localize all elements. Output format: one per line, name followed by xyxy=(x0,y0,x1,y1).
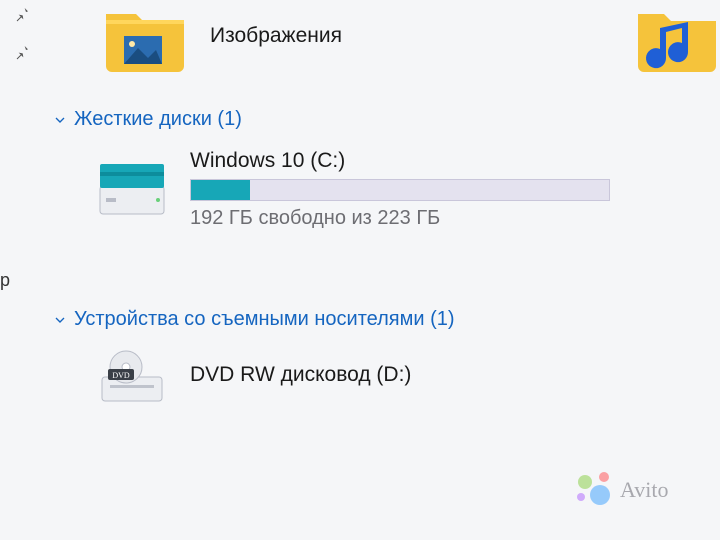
drive-body: DVD RW дисковод (D:) xyxy=(190,363,610,393)
svg-text:Avito: Avito xyxy=(620,477,668,502)
drive-name: Windows 10 (C:) xyxy=(190,149,610,173)
drive-c[interactable]: Windows 10 (C:) 192 ГБ свободно из 223 Г… xyxy=(96,149,610,230)
pin-icon xyxy=(12,42,32,62)
drive-d[interactable]: DVD DVD RW дисковод (D:) xyxy=(96,349,610,407)
dvd-drive-icon: DVD xyxy=(96,349,168,407)
pictures-folder-label[interactable]: Изображения xyxy=(210,24,342,48)
quick-access-pins xyxy=(12,4,32,80)
svg-text:DVD: DVD xyxy=(112,371,130,380)
drive-name: DVD RW дисковод (D:) xyxy=(190,363,610,387)
folder-row: Изображения xyxy=(100,0,342,72)
chevron-down-icon xyxy=(52,112,68,128)
drive-status: 192 ГБ свободно из 223 ГБ xyxy=(190,207,610,230)
hdd-icon xyxy=(96,158,168,222)
group-title: Устройства со съемными носителями (1) xyxy=(74,308,455,331)
drive-body: Windows 10 (C:) 192 ГБ свободно из 223 Г… xyxy=(190,149,610,230)
group-title: Жесткие диски (1) xyxy=(74,108,242,131)
pin-icon xyxy=(12,4,32,24)
pictures-folder-icon[interactable] xyxy=(100,0,190,72)
music-folder-icon[interactable] xyxy=(636,0,716,72)
storage-bar xyxy=(190,179,610,201)
storage-bar-fill xyxy=(191,180,250,200)
group-hard-disks: Жесткие диски (1) Windows 10 (C:) 192 ГБ… xyxy=(52,108,610,230)
sidebar-item-partial[interactable]: р xyxy=(0,270,14,291)
chevron-down-icon xyxy=(52,312,68,328)
group-header-removable[interactable]: Устройства со съемными носителями (1) xyxy=(52,308,610,331)
group-header-hard-disks[interactable]: Жесткие диски (1) xyxy=(52,108,610,131)
avito-watermark: Avito xyxy=(570,467,690,518)
group-removable: Устройства со съемными носителями (1) DV… xyxy=(52,308,610,407)
